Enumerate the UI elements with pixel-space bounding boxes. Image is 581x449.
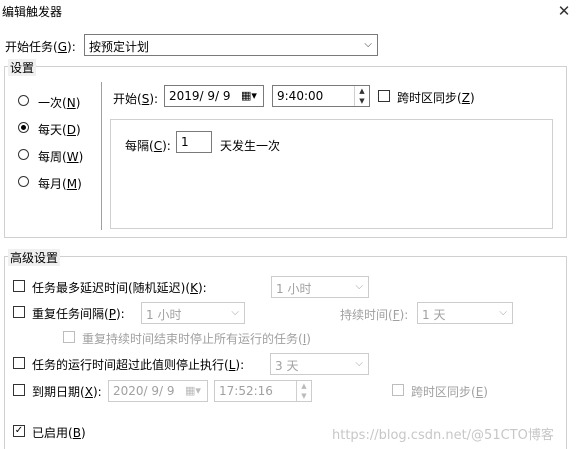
chevron-down-icon: ⌵ [231,307,239,318]
repeat-interval-select[interactable]: 1 小时 ⌵ [141,302,245,324]
expire-date-picker[interactable]: 2020/ 9/ 9 ▦▾ [108,380,208,402]
delay-box[interactable] [13,280,25,292]
radio-monthly-label: 每月(M) [38,177,82,191]
sync-timezone-label: 跨时区同步(Z) [397,91,475,105]
close-icon[interactable]: ✕ [552,0,576,22]
duration-label: 持续时间(F): [340,308,409,322]
repeat-box[interactable] [13,306,25,318]
duration-select[interactable]: 1 天 ⌵ [417,302,513,324]
radio-weekly-label: 每周(W) [38,150,84,164]
chevron-down-icon: ⌵ [355,358,363,369]
time-spinner-icon[interactable]: ▲ ▼ [354,86,369,106]
advanced-group-title: 高级设置 [8,249,61,266]
expire-time-input[interactable]: 17:52:16 ▲ ▼ [214,380,312,402]
start-label: 开始(S): [113,92,159,106]
chevron-down-icon: ⌵ [355,281,363,292]
window-title: 编辑触发器 [2,5,63,19]
radio-daily-indicator[interactable] [18,122,29,133]
watermark: https://blog.csdn.net/@51CTO博客 [332,428,554,443]
radio-once-indicator[interactable] [18,95,29,106]
expire-label: 到期日期(X): [32,385,102,399]
sync-timezone-box[interactable] [378,90,390,102]
time-spinner-icon[interactable]: ▲ ▼ [296,381,311,401]
delay-select[interactable]: 1 小时 ⌵ [271,276,369,298]
settings-group-title: 设置 [8,59,37,76]
calendar-icon[interactable]: ▦▾ [185,384,201,397]
start-date-picker[interactable]: 2019/ 9/ 9 ▦▾ [164,85,264,107]
stop-if-longer-box[interactable] [13,357,25,369]
stop-if-longer-select[interactable]: 3 天 ⌵ [270,353,369,375]
radio-once-label: 一次(N) [38,96,81,110]
radio-weekly-indicator[interactable] [18,149,29,160]
chevron-down-icon: ⌵ [499,307,507,318]
calendar-icon[interactable]: ▦▾ [241,89,257,102]
start-time-input[interactable]: 9:40:00 ▲ ▼ [272,85,370,107]
recur-days-input[interactable]: 1 [176,131,212,153]
settings-divider [101,82,102,230]
enabled-box[interactable]: ✓ [13,425,25,437]
title-bar: 编辑触发器 ✕ [0,0,581,22]
recur-suffix: 天发生一次 [220,139,281,153]
stop-running-box[interactable] [63,331,75,343]
expire-sync-box[interactable] [392,384,404,396]
chevron-down-icon: ⌵ [364,39,372,50]
recur-label: 每隔(C): [125,139,171,153]
stop-if-longer-label: 任务的运行时间超过此值则停止执行(L): [32,358,245,372]
enabled-label: 已启用(B) [32,426,86,440]
radio-monthly-indicator[interactable] [18,176,29,187]
stop-running-label: 重复持续时间结束时停止所有运行的任务(I) [82,332,311,346]
begin-task-select[interactable]: 按预定计划 ⌵ [84,34,378,56]
expire-box[interactable] [13,384,25,396]
begin-task-label: 开始任务(G): [5,40,76,54]
repeat-label: 重复任务间隔(P): [32,307,125,321]
delay-label: 任务最多延迟时间(随机延迟)(K): [32,281,207,295]
expire-sync-label: 跨时区同步(E) [411,385,488,399]
radio-daily-label: 每天(D) [38,123,81,137]
